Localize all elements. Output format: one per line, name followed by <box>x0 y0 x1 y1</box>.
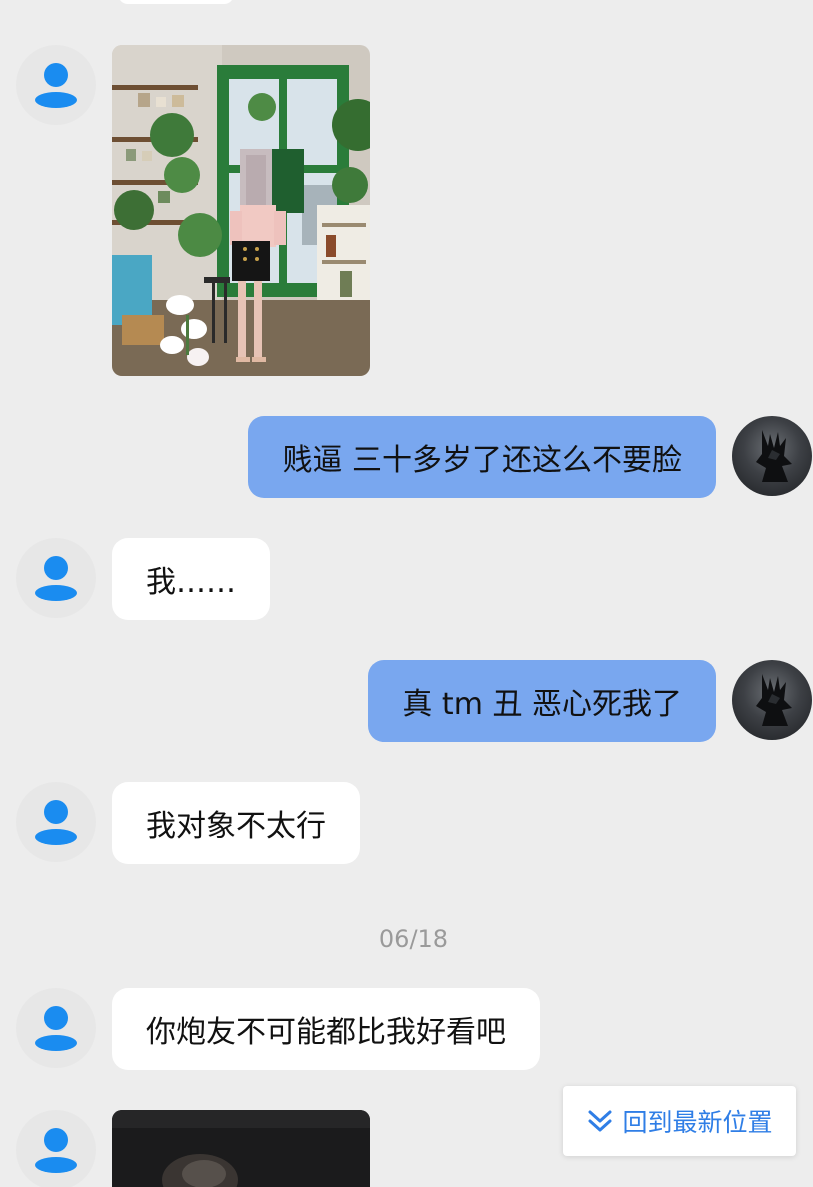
chat-message-list[interactable]: 贱逼 三十多岁了还这么不要脸 我…… 真 tm 丑 恶心死我了 我对象不太行 0… <box>0 0 813 1187</box>
incoming-message-bubble[interactable]: 我对象不太行 <box>112 782 360 864</box>
my-avatar[interactable] <box>732 660 812 740</box>
date-divider: 06/18 <box>378 925 449 953</box>
message-text: 贱逼 三十多岁了还这么不要脸 <box>282 443 682 478</box>
message-text: 真 tm 丑 恶心死我了 <box>402 687 682 722</box>
my-avatar[interactable] <box>732 416 812 496</box>
jump-to-latest-button[interactable]: 回到最新位置 <box>563 1086 796 1156</box>
person-icon <box>35 556 77 601</box>
photo-woman-in-plant-room <box>112 45 370 376</box>
contact-avatar[interactable] <box>16 45 96 125</box>
previous-message-bubble-fragment <box>118 0 234 4</box>
photo-message-image[interactable] <box>112 45 370 376</box>
dark-figure-avatar <box>756 674 792 726</box>
photo-message-image[interactable] <box>112 1110 370 1187</box>
contact-avatar[interactable] <box>16 538 96 618</box>
contact-avatar[interactable] <box>16 1110 96 1187</box>
incoming-message-bubble[interactable]: 你炮友不可能都比我好看吧 <box>112 988 540 1070</box>
photo-dark-partial <box>112 1110 370 1187</box>
message-text: 你炮友不可能都比我好看吧 <box>146 1015 506 1050</box>
incoming-message-bubble[interactable]: 我…… <box>112 538 270 620</box>
double-chevron-down-icon <box>588 1110 612 1132</box>
dark-figure-avatar <box>756 430 792 482</box>
message-text: 我对象不太行 <box>146 809 326 844</box>
jump-to-latest-label: 回到最新位置 <box>622 1108 773 1137</box>
person-icon <box>35 800 77 845</box>
person-icon <box>35 1128 77 1173</box>
person-icon <box>35 1006 77 1051</box>
person-icon <box>35 63 77 108</box>
contact-avatar[interactable] <box>16 782 96 862</box>
outgoing-message-bubble[interactable]: 贱逼 三十多岁了还这么不要脸 <box>248 416 716 498</box>
message-text: 我…… <box>146 565 236 600</box>
contact-avatar[interactable] <box>16 988 96 1068</box>
outgoing-message-bubble[interactable]: 真 tm 丑 恶心死我了 <box>368 660 716 742</box>
